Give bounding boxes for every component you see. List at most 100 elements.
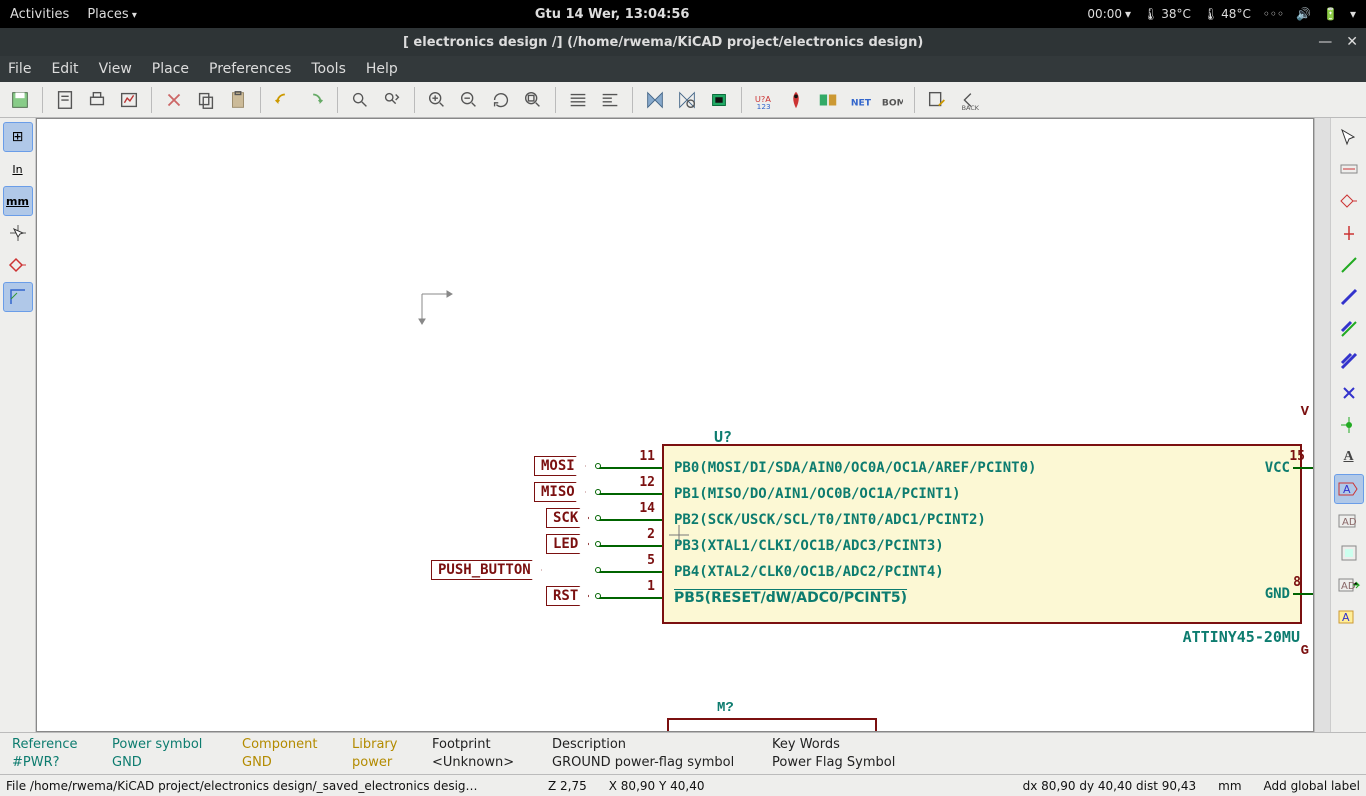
zoom-fit-icon[interactable] — [519, 86, 547, 114]
vertical-scrollbar[interactable] — [1314, 118, 1330, 732]
netlist-icon[interactable]: NET — [846, 86, 874, 114]
plot-icon[interactable] — [115, 86, 143, 114]
library-editor-icon[interactable] — [641, 86, 669, 114]
window-titlebar: [ electronics design /] (/home/rwema/KiC… — [0, 28, 1366, 56]
menu-place[interactable]: Place — [152, 61, 189, 77]
paste-icon[interactable] — [224, 86, 252, 114]
undo-icon[interactable] — [269, 86, 297, 114]
bom-icon[interactable]: BOM — [878, 86, 906, 114]
cut-icon[interactable] — [160, 86, 188, 114]
component-attiny[interactable]: U? ATTINY45-20MU PB0(MOSI/DI/SDA/AIN0/OC… — [662, 444, 1302, 624]
wire-endpoint[interactable] — [595, 489, 601, 495]
wire[interactable] — [599, 545, 662, 547]
cursor-shape-icon[interactable] — [3, 218, 33, 248]
wire-endpoint[interactable] — [595, 541, 601, 547]
net-label-sck[interactable]: SCK — [546, 508, 589, 528]
zoom-in-icon[interactable] — [423, 86, 451, 114]
pin-pb2: PB2(SCK/USCK/SCL/T0/INT0/ADC1/PCINT2) — [674, 512, 986, 528]
place-wire2bus-icon[interactable] — [1334, 314, 1364, 344]
find-replace-icon[interactable] — [378, 86, 406, 114]
bus-direction-icon[interactable] — [3, 282, 33, 312]
wire[interactable] — [599, 571, 662, 573]
net-label-rst[interactable]: RST — [546, 586, 589, 606]
wire-endpoint[interactable] — [595, 567, 601, 573]
redo-icon[interactable] — [301, 86, 329, 114]
save-icon[interactable] — [6, 86, 34, 114]
place-netlabel-icon[interactable]: A — [1334, 442, 1364, 472]
clock: Gtu 14 Wer, 13:04:56 — [137, 7, 1088, 22]
wire[interactable] — [599, 519, 662, 521]
place-sheet-pin-icon[interactable]: A — [1334, 602, 1364, 632]
wire-endpoint[interactable] — [595, 593, 601, 599]
close-button[interactable]: ✕ — [1346, 34, 1358, 50]
wire[interactable] — [1293, 593, 1313, 595]
place-globallabel-icon[interactable]: A — [1334, 474, 1364, 504]
place-wire-icon[interactable] — [1334, 250, 1364, 280]
library-browse-icon[interactable] — [673, 86, 701, 114]
place-sheet-icon[interactable] — [1334, 538, 1364, 568]
status-xy: X 80,90 Y 40,40 — [609, 779, 705, 793]
erc-icon[interactable] — [782, 86, 810, 114]
select-tool-icon[interactable] — [1334, 122, 1364, 152]
wire[interactable] — [599, 493, 662, 495]
menu-tools[interactable]: Tools — [311, 61, 346, 77]
volume-icon[interactable]: 🔊 — [1296, 7, 1311, 21]
hidden-pins-icon[interactable] — [3, 250, 33, 280]
place-component-icon[interactable] — [1334, 186, 1364, 216]
status-mode: Add global label — [1264, 779, 1360, 793]
wifi-icon[interactable]: ◦◦◦ — [1263, 7, 1284, 21]
power-icon[interactable]: ▾ — [1350, 7, 1356, 21]
edit-symbol-icon[interactable] — [923, 86, 951, 114]
hierarchy-icon[interactable] — [564, 86, 592, 114]
page-settings-icon[interactable] — [51, 86, 79, 114]
svg-text:123: 123 — [757, 102, 771, 111]
activities-button[interactable]: Activities — [10, 7, 69, 22]
place-bus2bus-icon[interactable] — [1334, 346, 1364, 376]
menu-help[interactable]: Help — [366, 61, 398, 77]
zoom-out-icon[interactable] — [455, 86, 483, 114]
units-in-icon[interactable]: In — [3, 154, 33, 184]
schematic-canvas[interactable]: U? ATTINY45-20MU PB0(MOSI/DI/SDA/AIN0/OC… — [36, 118, 1314, 732]
units-mm-icon[interactable]: mm — [3, 186, 33, 216]
prop-header-library: Library — [352, 737, 432, 753]
wire-endpoint[interactable] — [595, 463, 601, 469]
menu-preferences[interactable]: Preferences — [209, 61, 291, 77]
footprint-icon[interactable] — [705, 86, 733, 114]
battery-icon[interactable]: 🔋 — [1323, 7, 1338, 21]
grid-toggle-icon[interactable]: ⊞ — [3, 122, 33, 152]
wire[interactable] — [599, 597, 662, 599]
places-menu[interactable]: Places — [87, 7, 137, 22]
svg-text:BACK: BACK — [962, 104, 980, 111]
wire-endpoint[interactable] — [595, 515, 601, 521]
leave-sheet-icon[interactable] — [596, 86, 624, 114]
cvpcb-icon[interactable] — [814, 86, 842, 114]
find-icon[interactable] — [346, 86, 374, 114]
place-noconnect-icon[interactable] — [1334, 378, 1364, 408]
place-junction-icon[interactable] — [1334, 410, 1364, 440]
print-icon[interactable] — [83, 86, 111, 114]
net-label-led[interactable]: LED — [546, 534, 589, 554]
cursor-crosshair — [669, 525, 689, 549]
copy-icon[interactable] — [192, 86, 220, 114]
place-bus-icon[interactable] — [1334, 282, 1364, 312]
annotate-icon[interactable]: U?A123 — [750, 86, 778, 114]
prop-header-description: Description — [552, 737, 772, 753]
menu-view[interactable]: View — [99, 61, 132, 77]
wire[interactable] — [1293, 467, 1313, 469]
net-label-pushbutton[interactable]: PUSH_BUTTON — [431, 560, 542, 580]
minimize-button[interactable]: — — [1318, 34, 1332, 50]
prop-header-reference: Reference — [12, 737, 112, 753]
net-label-miso[interactable]: MISO — [534, 482, 586, 502]
wire[interactable] — [599, 467, 662, 469]
net-label-mosi[interactable]: MOSI — [534, 456, 586, 476]
menu-file[interactable]: File — [8, 61, 31, 77]
back-icon[interactable]: BACK — [955, 86, 983, 114]
import-sheet-pin-icon[interactable]: AD — [1334, 570, 1364, 600]
zoom-redraw-icon[interactable] — [487, 86, 515, 114]
highlight-net-icon[interactable] — [1334, 154, 1364, 184]
menu-edit[interactable]: Edit — [51, 61, 78, 77]
place-power-icon[interactable] — [1334, 218, 1364, 248]
pin-gnd: GND — [1265, 586, 1290, 602]
place-hierlabel-icon[interactable]: AD — [1334, 506, 1364, 536]
pin-number: 8 — [1293, 575, 1301, 590]
